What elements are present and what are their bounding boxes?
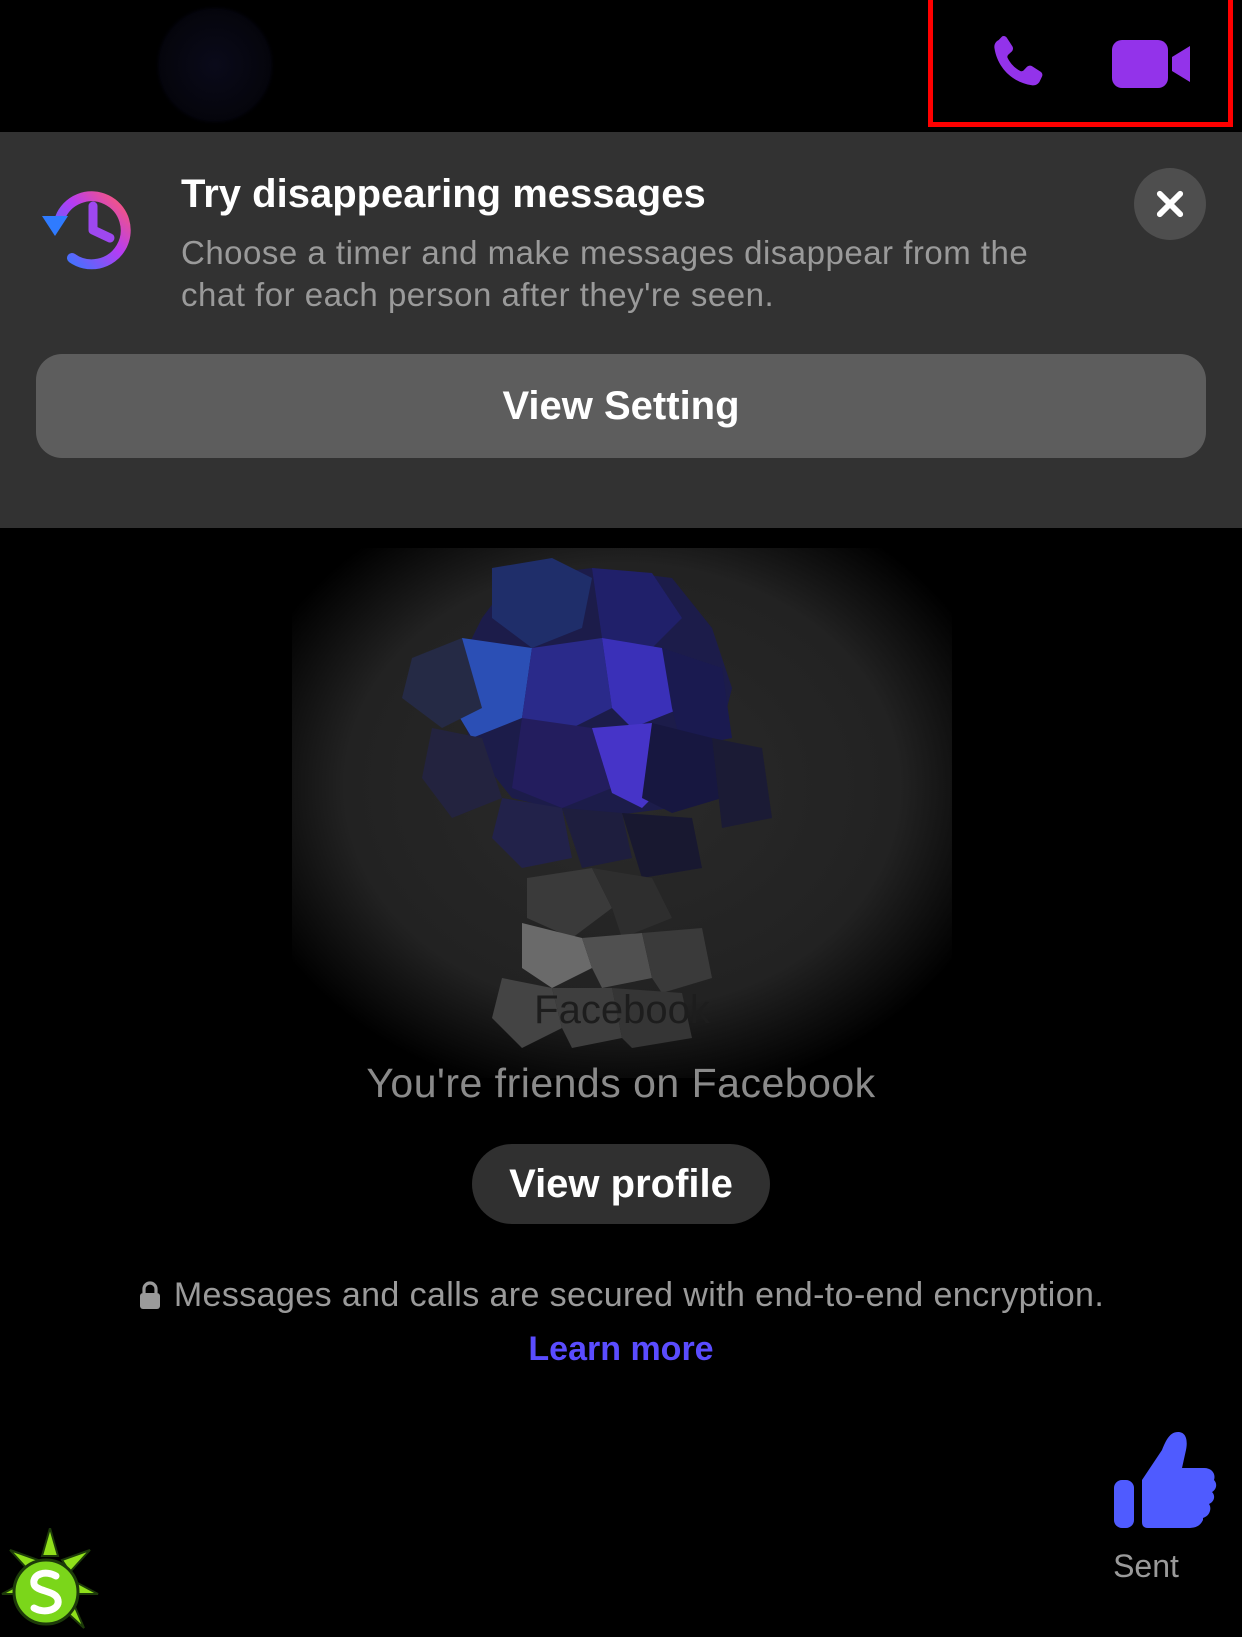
close-icon — [1156, 190, 1184, 218]
timer-history-icon — [38, 178, 138, 278]
close-banner-button[interactable] — [1134, 168, 1206, 240]
profile-overlay-text: Facebook — [534, 988, 711, 1032]
encryption-text: Messages and calls are secured with end-… — [173, 1276, 1105, 1314]
learn-more-link[interactable]: Learn more — [0, 1330, 1242, 1369]
view-setting-button[interactable]: View Setting — [36, 354, 1206, 458]
like-button[interactable] — [1108, 1428, 1218, 1538]
profile-picture[interactable]: Facebook — [292, 548, 952, 1078]
disappearing-messages-banner: Try disappearing messages Choose a timer… — [0, 132, 1242, 528]
contact-avatar[interactable] — [160, 10, 270, 120]
highlight-annotation — [928, 0, 1233, 127]
lock-icon — [139, 1280, 160, 1309]
thumbs-up-icon — [1114, 1432, 1217, 1528]
encryption-notice: Messages and calls are secured with end-… — [0, 1276, 1242, 1315]
friends-status-text: You're friends on Facebook — [366, 1060, 876, 1106]
banner-title: Try disappearing messages — [181, 172, 706, 216]
sun-logo-icon — [0, 1524, 100, 1632]
chat-header — [0, 0, 1242, 132]
banner-description: Choose a timer and make messages disappe… — [181, 234, 1029, 313]
view-profile-button[interactable]: View profile — [472, 1144, 770, 1224]
sent-status: Sent — [1113, 1548, 1179, 1584]
